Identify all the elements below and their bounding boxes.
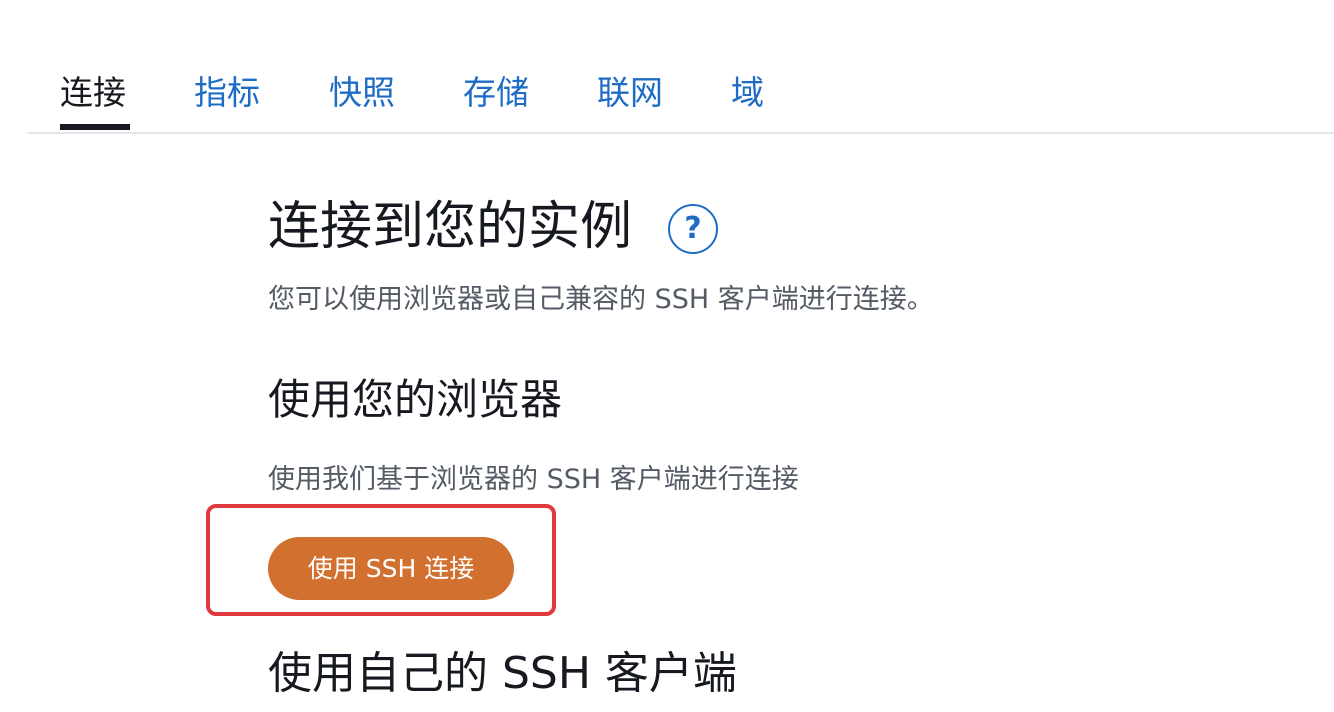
active-tab-indicator bbox=[60, 124, 130, 130]
tab-connect[interactable]: 连接 bbox=[60, 72, 126, 114]
browser-section-heading: 使用您的浏览器 bbox=[268, 375, 563, 424]
tab-metrics[interactable]: 指标 bbox=[194, 72, 260, 114]
tab-bar: 连接 指标 快照 存储 联网 域 bbox=[28, 60, 1334, 134]
tab-networking[interactable]: 联网 bbox=[597, 72, 663, 114]
page-title: 连接到您的实例 bbox=[268, 197, 633, 257]
own-client-section-heading: 使用自己的 SSH 客户端 bbox=[268, 648, 737, 699]
tab-domains[interactable]: 域 bbox=[731, 72, 764, 114]
help-icon[interactable]: ? bbox=[668, 204, 718, 254]
tab-snapshots[interactable]: 快照 bbox=[329, 72, 395, 114]
tab-storage[interactable]: 存储 bbox=[463, 72, 529, 114]
connect-ssh-button[interactable]: 使用 SSH 连接 bbox=[268, 537, 514, 600]
page: 连接 指标 快照 存储 联网 域 连接到您的实例 ? 您可以使用浏览器或自己兼容… bbox=[0, 0, 1334, 712]
browser-section-description: 使用我们基于浏览器的 SSH 客户端进行连接 bbox=[268, 464, 799, 495]
intro-text: 您可以使用浏览器或自己兼容的 SSH 客户端进行连接。 bbox=[268, 284, 934, 315]
